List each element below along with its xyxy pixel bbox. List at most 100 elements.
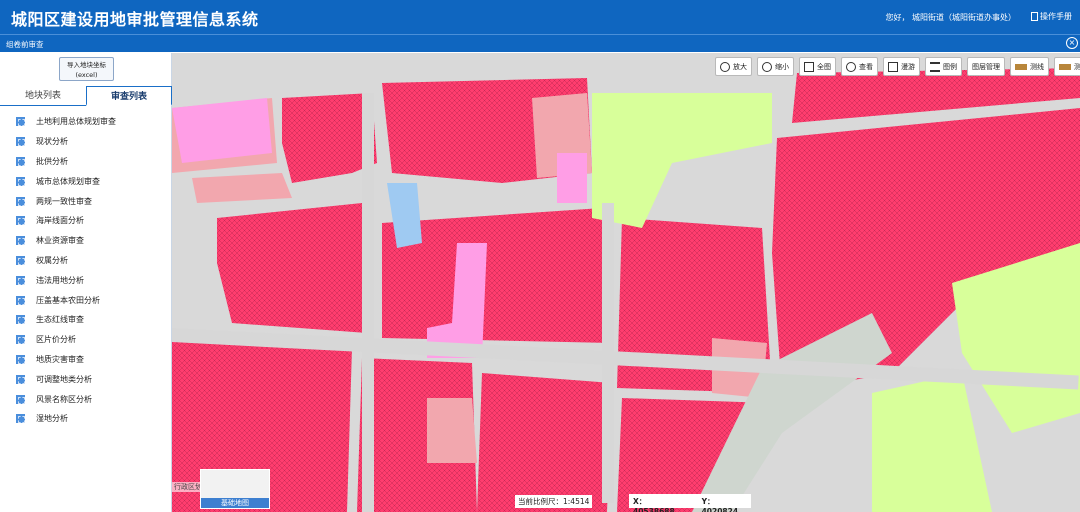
tool-label: 放大 [733,62,747,71]
basemap-label: 基础地图 [201,498,269,508]
review-item-label: 可调整地类分析 [36,374,92,384]
review-item-label: 两规一致性审查 [36,196,92,206]
land-parcel[interactable] [172,98,272,163]
review-item[interactable]: 批供分析 [0,152,172,172]
full-extent-button[interactable]: 全图 [799,57,836,76]
coord-x: X：40538688 [633,497,675,512]
grid-icon [16,236,25,246]
review-item[interactable]: 可调整地类分析 [0,369,172,389]
zoom-out-icon [762,61,772,72]
review-item[interactable]: 两规一致性审查 [0,191,172,211]
close-icon[interactable]: × [1066,37,1078,49]
grid-icon [16,374,25,384]
review-item[interactable]: 海岸线面分析 [0,211,172,231]
grid-icon [16,156,25,166]
measure-area-button[interactable]: 测面 [1054,57,1080,76]
review-item-label: 土地利用总体规划审查 [36,117,116,127]
map-canvas[interactable] [172,53,1080,512]
sidebar: 导入地块坐标 (excel) 地块列表 审查列表 土地利用总体规划审查 现状分析批… [0,53,172,512]
review-item[interactable]: 压盖基本农田分析 [0,290,172,310]
review-item[interactable]: 城市总体规划审查 [0,171,172,191]
tab-parcel-list[interactable]: 地块列表 [0,86,86,106]
manual-link[interactable]: 操作手册 [1031,11,1072,22]
review-item-label: 海岸线面分析 [36,216,84,226]
grid-icon [16,176,25,186]
manual-label: 操作手册 [1040,12,1072,21]
grid-icon [16,315,25,325]
import-button-sublabel: (excel) [75,71,98,79]
review-item-label: 湿地分析 [36,414,68,424]
map-view[interactable]: 放大 缩小 全图 查看 漫游 图例 图层管理 测线 测面 行政区划 基础地图 当… [172,53,1080,512]
ruler-line-icon [1015,63,1027,70]
review-item[interactable]: 生态红线审查 [0,310,172,330]
layers-button[interactable]: 图层管理 [967,57,1005,76]
review-item-label: 批供分析 [36,156,68,166]
tool-label: 测面 [1074,62,1080,71]
review-list: 土地利用总体规划审查 现状分析批供分析城市总体规划审查 两规一致性审查 海岸线面分析林… [0,112,172,429]
review-item-label: 林业资源审查 [36,236,84,246]
review-item-label: 风景名称区分析 [36,394,92,404]
tool-label: 查看 [859,62,873,71]
land-parcel[interactable] [217,203,367,333]
legend-button[interactable]: 图例 [925,57,962,76]
review-item[interactable]: 区片价分析 [0,330,172,350]
review-item-label: 权属分析 [36,255,68,265]
zoom-in-icon [720,61,730,72]
full-extent-icon [804,61,814,72]
review-item-label: 压盖基本农田分析 [36,295,100,305]
coordinate-readout: X：40538688 Y：4020824 [629,494,751,512]
tool-label: 图层管理 [972,62,1000,71]
scale-readout: 当前比例尺：1:4514 [515,495,593,508]
pan-button[interactable]: 漫游 [883,57,920,76]
grid-icon [16,354,25,364]
review-item-label: 生态红线审查 [36,315,84,325]
zoom-in-button[interactable]: 放大 [715,57,752,76]
review-item[interactable]: 风景名称区分析 [0,389,172,409]
map-toolbar: 放大 缩小 全图 查看 漫游 图例 图层管理 测线 测面 [715,57,1080,77]
app-header: 城阳区建设用地审批管理信息系统 您好， 城阳街道（城阳街道办事处） 操作手册 [0,0,1080,34]
tool-label: 漫游 [901,62,915,71]
review-item-label: 城市总体规划审查 [36,176,100,186]
measure-line-button[interactable]: 测线 [1010,57,1049,76]
grid-icon [16,117,25,127]
land-parcel[interactable] [427,398,477,463]
review-item[interactable]: 土地利用总体规划审查 [0,112,172,132]
grid-icon [16,414,25,424]
review-item-label: 违法用地分析 [36,275,84,285]
document-icon [1031,12,1038,21]
grid-icon [16,255,25,265]
tab-review-list[interactable]: 审查列表 [86,86,172,106]
ruler-area-icon [1059,63,1071,70]
info-button[interactable]: 查看 [841,57,878,76]
tool-label: 图例 [943,62,957,71]
app-title: 城阳区建设用地审批管理信息系统 [11,10,259,29]
land-parcel[interactable] [477,373,612,512]
breadcrumb[interactable]: 组卷前审查 [6,39,44,50]
grid-icon [16,137,25,147]
road [362,93,374,512]
road [602,203,614,503]
review-item[interactable]: 权属分析 [0,251,172,271]
tool-label: 测线 [1030,62,1044,71]
review-item[interactable]: 地质灾害审查 [0,350,172,370]
hand-icon [888,61,898,72]
grid-icon [16,335,25,345]
review-item[interactable]: 林业资源审查 [0,231,172,251]
tab-bar: 组卷前审查 × [0,34,1080,52]
info-icon [846,61,856,72]
import-coordinates-button[interactable]: 导入地块坐标 (excel) [59,57,114,81]
review-item[interactable]: 湿地分析 [0,409,172,429]
review-item-label: 现状分析 [36,137,68,147]
basemap-switcher[interactable]: 基础地图 [200,469,270,509]
user-greeting: 您好， 城阳街道（城阳街道办事处） [885,13,1016,22]
grid-icon [16,295,25,305]
review-item[interactable]: 现状分析 [0,132,172,152]
tool-label: 全图 [817,62,831,71]
review-item[interactable]: 违法用地分析 [0,270,172,290]
grid-icon [16,275,25,285]
land-parcel[interactable] [192,173,292,203]
import-button-label: 导入地块坐标 [67,61,106,69]
land-parcel[interactable] [557,153,587,203]
legend-icon [930,61,940,72]
zoom-out-button[interactable]: 缩小 [757,57,794,76]
